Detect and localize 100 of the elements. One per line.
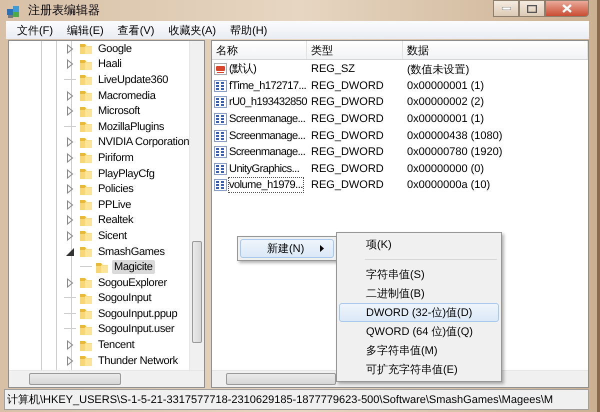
expand-arrow-icon[interactable] — [66, 200, 74, 210]
tree-item[interactable]: Sicent — [96, 228, 129, 243]
column-header[interactable]: 名称 — [212, 41, 307, 59]
folder-icon — [79, 276, 93, 290]
tree-item[interactable]: Policies — [96, 182, 136, 196]
value-name[interactable]: (默认) — [228, 61, 258, 78]
value-data: 0x00000002 (2) — [406, 96, 484, 108]
minimize-button[interactable] — [493, 0, 519, 17]
folder-icon — [79, 167, 93, 180]
expand-arrow-icon[interactable] — [66, 215, 74, 226]
tree-item[interactable]: Magicite — [112, 260, 155, 274]
value-type: REG_DWORD — [310, 96, 385, 108]
tree-item[interactable]: PlayPlayCfg — [96, 166, 157, 181]
tree-item[interactable]: Piriform — [96, 150, 136, 165]
tree-item[interactable]: Macromedia — [96, 88, 158, 103]
folder-icon — [79, 136, 93, 149]
value-data: 0x00000001 (1) — [406, 80, 484, 92]
menu-item[interactable]: 可扩充字符串值(E) — [339, 360, 499, 379]
folder-icon — [79, 322, 93, 336]
value-data: (数值未设置) — [406, 62, 470, 77]
tree-item[interactable]: SogouInput — [96, 291, 154, 306]
expand-arrow-icon[interactable] — [66, 152, 74, 163]
column-header[interactable]: 数据 — [403, 41, 588, 59]
value-name[interactable]: Screenmanage... — [228, 128, 306, 144]
value-name[interactable]: fTime_h172717... — [228, 78, 308, 94]
expand-arrow-icon[interactable] — [66, 184, 74, 194]
value-name[interactable]: Screenmanage... — [228, 144, 306, 160]
tree-item[interactable]: Realtek — [96, 213, 136, 228]
expand-arrow-icon[interactable] — [66, 230, 74, 241]
value-name[interactable]: UnityGraphics... — [228, 160, 300, 177]
status-bar-path: 计算机\HKEY_USERS\S-1-5-21-3317577718-2310629185-1877779623-500\Software\SmashGames\Magees\M — [7, 393, 554, 407]
expand-arrow-icon[interactable] — [66, 90, 74, 101]
tree-item[interactable]: LiveUpdate360 — [96, 72, 170, 87]
menu-bar-item[interactable]: 编辑(E) — [60, 22, 111, 38]
expand-arrow-icon[interactable] — [66, 44, 74, 54]
expand-arrow-icon[interactable] — [66, 137, 74, 148]
menu-bar-item[interactable]: 文件(F) — [10, 22, 60, 38]
close-icon — [562, 4, 572, 13]
tree-item[interactable]: Microsoft — [96, 104, 142, 118]
expand-arrow-icon[interactable] — [66, 106, 74, 116]
folder-icon — [79, 104, 93, 118]
tree-item[interactable]: SogouInput.user — [96, 322, 176, 336]
close-button[interactable] — [545, 0, 589, 17]
expand-arrow-icon[interactable] — [66, 168, 74, 179]
folder-icon — [79, 182, 93, 196]
scrollbar-thumb[interactable] — [29, 373, 121, 385]
column-header[interactable]: 类型 — [307, 41, 403, 59]
value-name[interactable]: rU0_h193432850 — [228, 94, 308, 110]
menu-item[interactable]: 项(K) — [339, 235, 499, 254]
value-type: REG_DWORD — [310, 113, 385, 126]
tree-item[interactable]: SogouInput.ppup — [96, 306, 180, 321]
scrollbar-thumb[interactable] — [192, 241, 202, 343]
folder-icon — [79, 89, 93, 102]
maximize-icon — [527, 4, 537, 12]
menu-bar-item[interactable]: 帮助(H) — [223, 22, 274, 38]
expand-arrow-icon[interactable] — [66, 278, 74, 288]
value-type: REG_DWORD — [310, 179, 385, 192]
value-type: REG_DWORD — [310, 162, 385, 175]
tree-item[interactable]: SogouExplorer — [96, 276, 169, 290]
value-type: REG_SZ — [310, 63, 356, 76]
folder-icon — [95, 260, 109, 274]
value-name[interactable]: volume_h1979... — [228, 177, 304, 194]
folder-icon — [79, 42, 93, 56]
tree-item[interactable]: PPLive — [96, 198, 134, 212]
value-type: REG_DWORD — [310, 146, 385, 158]
value-type: REG_DWORD — [310, 130, 385, 142]
expand-arrow-icon[interactable] — [66, 356, 74, 366]
menu-item[interactable]: 新建(N) — [240, 239, 334, 258]
menu-bar-item[interactable]: 查看(V) — [110, 22, 162, 38]
value-data: 0x00000780 (1920) — [406, 146, 502, 158]
expand-arrow-icon[interactable] — [66, 59, 74, 70]
tree-item[interactable]: NVIDIA Corporation — [96, 135, 189, 150]
minimize-icon — [502, 7, 510, 10]
menu-item[interactable]: 二进制值(B) — [339, 284, 499, 303]
value-name[interactable]: Screenmanage... — [228, 111, 306, 128]
tree-item[interactable]: MozillaPlugins — [96, 120, 166, 134]
scrollbar-thumb[interactable] — [226, 373, 336, 385]
collapse-arrow-icon[interactable] — [65, 246, 75, 257]
window-title: 注册表编辑器 — [28, 2, 100, 19]
expand-arrow-icon[interactable] — [66, 340, 74, 350]
menu-item[interactable]: 多字符串值(M) — [339, 341, 499, 360]
folder-icon — [79, 73, 93, 86]
menu-item[interactable]: 字符串值(S) — [339, 265, 499, 284]
folder-icon — [79, 198, 93, 212]
menu-item[interactable]: QWORD (64 位)值(Q) — [339, 322, 499, 341]
tree-item[interactable]: Haali — [96, 57, 124, 72]
menu-bar-item[interactable]: 收藏夹(A) — [161, 22, 224, 38]
tree-item[interactable]: Tencent — [96, 338, 136, 352]
maximize-button[interactable] — [519, 0, 545, 17]
value-data: 0x00000001 (1) — [406, 113, 484, 126]
folder-icon — [79, 292, 93, 305]
tree-item[interactable]: Google — [96, 42, 134, 56]
folder-icon — [79, 354, 93, 368]
folder-icon — [79, 338, 93, 352]
tree-item[interactable]: SmashGames — [96, 244, 167, 259]
tree-item[interactable]: Thunder Network — [96, 354, 180, 368]
folder-icon — [79, 307, 93, 320]
value-data: 0x00000000 (0) — [406, 162, 484, 175]
folder-icon — [79, 58, 93, 71]
menu-item[interactable]: DWORD (32-位)值(D) — [339, 303, 499, 322]
